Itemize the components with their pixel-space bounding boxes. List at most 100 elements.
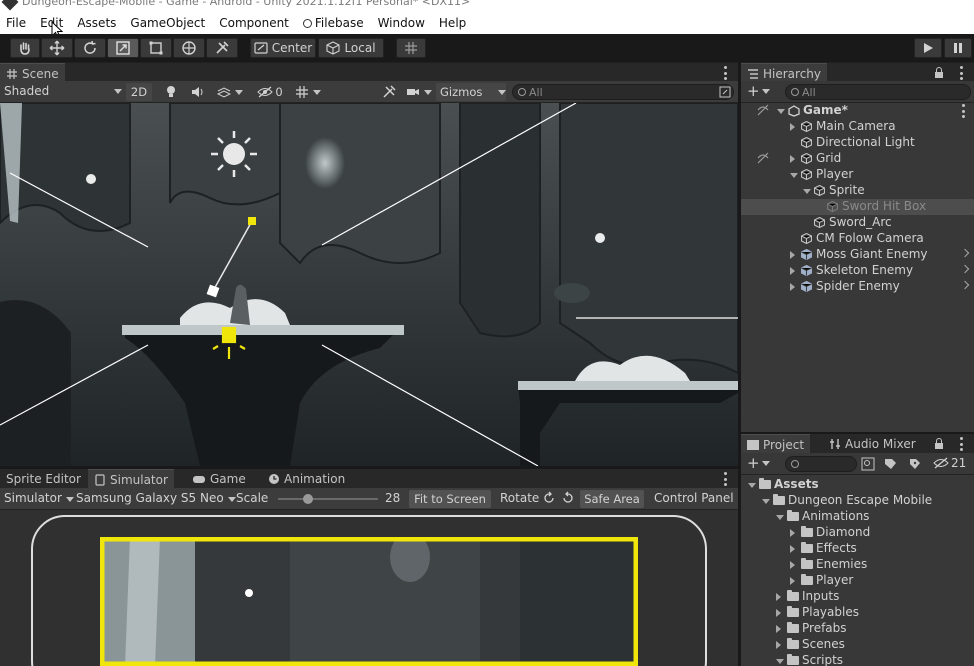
rotate-left-icon[interactable] <box>542 491 556 505</box>
pivot-space-button[interactable]: Local <box>318 38 384 58</box>
project-row[interactable]: Prefabs <box>741 621 974 637</box>
menu-gameobject[interactable]: GameObject <box>124 16 213 30</box>
menu-component[interactable]: Component <box>213 16 297 30</box>
tab-game[interactable]: Game <box>186 469 252 489</box>
simulator-mode-dropdown[interactable]: Simulator <box>4 491 74 505</box>
project-options-icon[interactable] <box>959 437 963 451</box>
rect-tool-button[interactable] <box>140 38 172 58</box>
bottom-panel-options-icon[interactable] <box>723 472 727 486</box>
chevron-right-icon[interactable] <box>776 625 781 633</box>
search-filter-icon[interactable] <box>719 86 731 98</box>
scene-view[interactable] <box>0 103 738 466</box>
chevron-down-icon[interactable] <box>803 189 811 194</box>
hidden-packages-toggle[interactable]: 21 <box>933 456 966 470</box>
hierarchy-row[interactable]: Game* <box>741 103 974 119</box>
tab-hierarchy[interactable]: Hierarchy <box>741 63 828 83</box>
panel-divider-horizontal[interactable] <box>0 466 738 469</box>
hierarchy-options-icon[interactable] <box>959 66 963 80</box>
grid-visibility-icon[interactable] <box>756 151 770 165</box>
safe-area-toggle[interactable]: Safe Area <box>580 490 644 508</box>
lighting-toggle[interactable] <box>158 83 184 101</box>
hierarchy-row[interactable]: Moss Giant Enemy <box>741 247 974 263</box>
hierarchy-row[interactable]: Sword Hit Box <box>741 199 974 215</box>
project-row[interactable]: Assets <box>741 477 974 493</box>
hierarchy-row[interactable]: Player <box>741 167 974 183</box>
audio-toggle[interactable] <box>186 83 208 101</box>
chevron-down-icon[interactable] <box>777 109 785 114</box>
scene-visibility-icon[interactable] <box>756 103 770 117</box>
prefab-open-icon[interactable] <box>960 248 970 258</box>
scene-row-options-icon[interactable] <box>961 104 965 118</box>
project-row[interactable]: Scenes <box>741 637 974 653</box>
move-tool-button[interactable] <box>41 38 73 58</box>
panel-divider-right[interactable] <box>741 432 974 434</box>
prefab-open-icon[interactable] <box>960 280 970 290</box>
shading-mode-dropdown[interactable]: Shaded <box>4 84 122 98</box>
scene-search-input[interactable]: All <box>512 84 734 100</box>
device-dropdown[interactable]: Samsung Galaxy S5 Neo <box>76 491 236 505</box>
scale-slider[interactable] <box>278 494 378 504</box>
scene-options-icon[interactable] <box>723 66 727 80</box>
menu-assets[interactable]: Assets <box>71 16 124 30</box>
project-row[interactable]: Enemies <box>741 557 974 573</box>
project-row[interactable]: Inputs <box>741 589 974 605</box>
project-row[interactable]: Scripts <box>741 653 974 666</box>
effects-dropdown[interactable] <box>210 83 250 101</box>
prefab-open-icon[interactable] <box>960 264 970 274</box>
scale-slider-thumb[interactable] <box>303 494 314 504</box>
chevron-right-icon[interactable] <box>776 593 781 601</box>
hierarchy-row[interactable]: Grid <box>741 151 974 167</box>
scene-tools-button[interactable] <box>378 83 400 101</box>
project-row[interactable]: Animations <box>741 509 974 525</box>
control-panel-button[interactable]: Control Panel <box>654 491 734 505</box>
project-row[interactable]: Effects <box>741 541 974 557</box>
hierarchy-row[interactable]: Sprite <box>741 183 974 199</box>
grid-snap-button[interactable] <box>396 38 426 58</box>
chevron-right-icon[interactable] <box>790 155 795 163</box>
rotate-right-icon[interactable] <box>561 491 575 505</box>
menu-filebase[interactable]: Filebase <box>297 16 372 30</box>
chevron-down-icon[interactable] <box>776 659 784 664</box>
scene-visibility-toggle[interactable]: 0 <box>254 83 286 101</box>
tab-project[interactable]: Project <box>741 434 811 454</box>
tab-scene[interactable]: Scene <box>0 63 65 83</box>
grid-dropdown[interactable] <box>288 83 328 101</box>
custom-tool-button[interactable] <box>206 38 238 58</box>
lock-icon[interactable] <box>934 67 944 79</box>
transform-tool-button[interactable] <box>173 38 205 58</box>
tab-audio-mixer[interactable]: Audio Mixer <box>823 434 922 454</box>
lock-icon[interactable] <box>934 438 944 450</box>
gizmos-dropdown[interactable]: Gizmos <box>436 83 506 101</box>
panel-divider-vertical[interactable] <box>738 62 741 666</box>
chevron-right-icon[interactable] <box>790 545 795 553</box>
fit-to-screen-button[interactable]: Fit to Screen <box>409 490 491 508</box>
chevron-down-icon[interactable] <box>762 499 770 504</box>
tab-sprite-editor[interactable]: Sprite Editor <box>0 469 87 489</box>
chevron-right-icon[interactable] <box>776 641 781 649</box>
project-row[interactable]: Playables <box>741 605 974 621</box>
chevron-right-icon[interactable] <box>790 251 795 259</box>
project-row[interactable]: Dungeon Escape Mobile <box>741 493 974 509</box>
menu-help[interactable]: Help <box>433 16 474 30</box>
chevron-right-icon[interactable] <box>790 267 795 275</box>
pivot-mode-button[interactable]: Center <box>250 38 316 58</box>
chevron-down-icon[interactable] <box>776 515 784 520</box>
camera-dropdown[interactable] <box>404 83 434 101</box>
project-create-button[interactable]: + <box>747 454 770 472</box>
project-search-input[interactable] <box>785 456 857 472</box>
chevron-right-icon[interactable] <box>790 577 795 585</box>
search-by-type-icon[interactable] <box>861 457 875 471</box>
chevron-right-icon[interactable] <box>790 529 795 537</box>
hierarchy-row[interactable]: Sword_Arc <box>741 215 974 231</box>
tab-simulator[interactable]: Simulator <box>88 469 174 489</box>
create-button[interactable]: + <box>747 82 770 100</box>
hierarchy-row[interactable]: CM Folow Camera <box>741 231 974 247</box>
hierarchy-row[interactable]: Main Camera <box>741 119 974 135</box>
hand-tool-button[interactable] <box>10 38 40 58</box>
hierarchy-row[interactable]: Skeleton Enemy <box>741 263 974 279</box>
chevron-right-icon[interactable] <box>790 561 795 569</box>
hierarchy-search-input[interactable]: All <box>785 84 971 100</box>
favorites-icon[interactable] <box>907 457 921 471</box>
search-by-label-icon[interactable] <box>883 457 897 471</box>
chevron-right-icon[interactable] <box>776 609 781 617</box>
